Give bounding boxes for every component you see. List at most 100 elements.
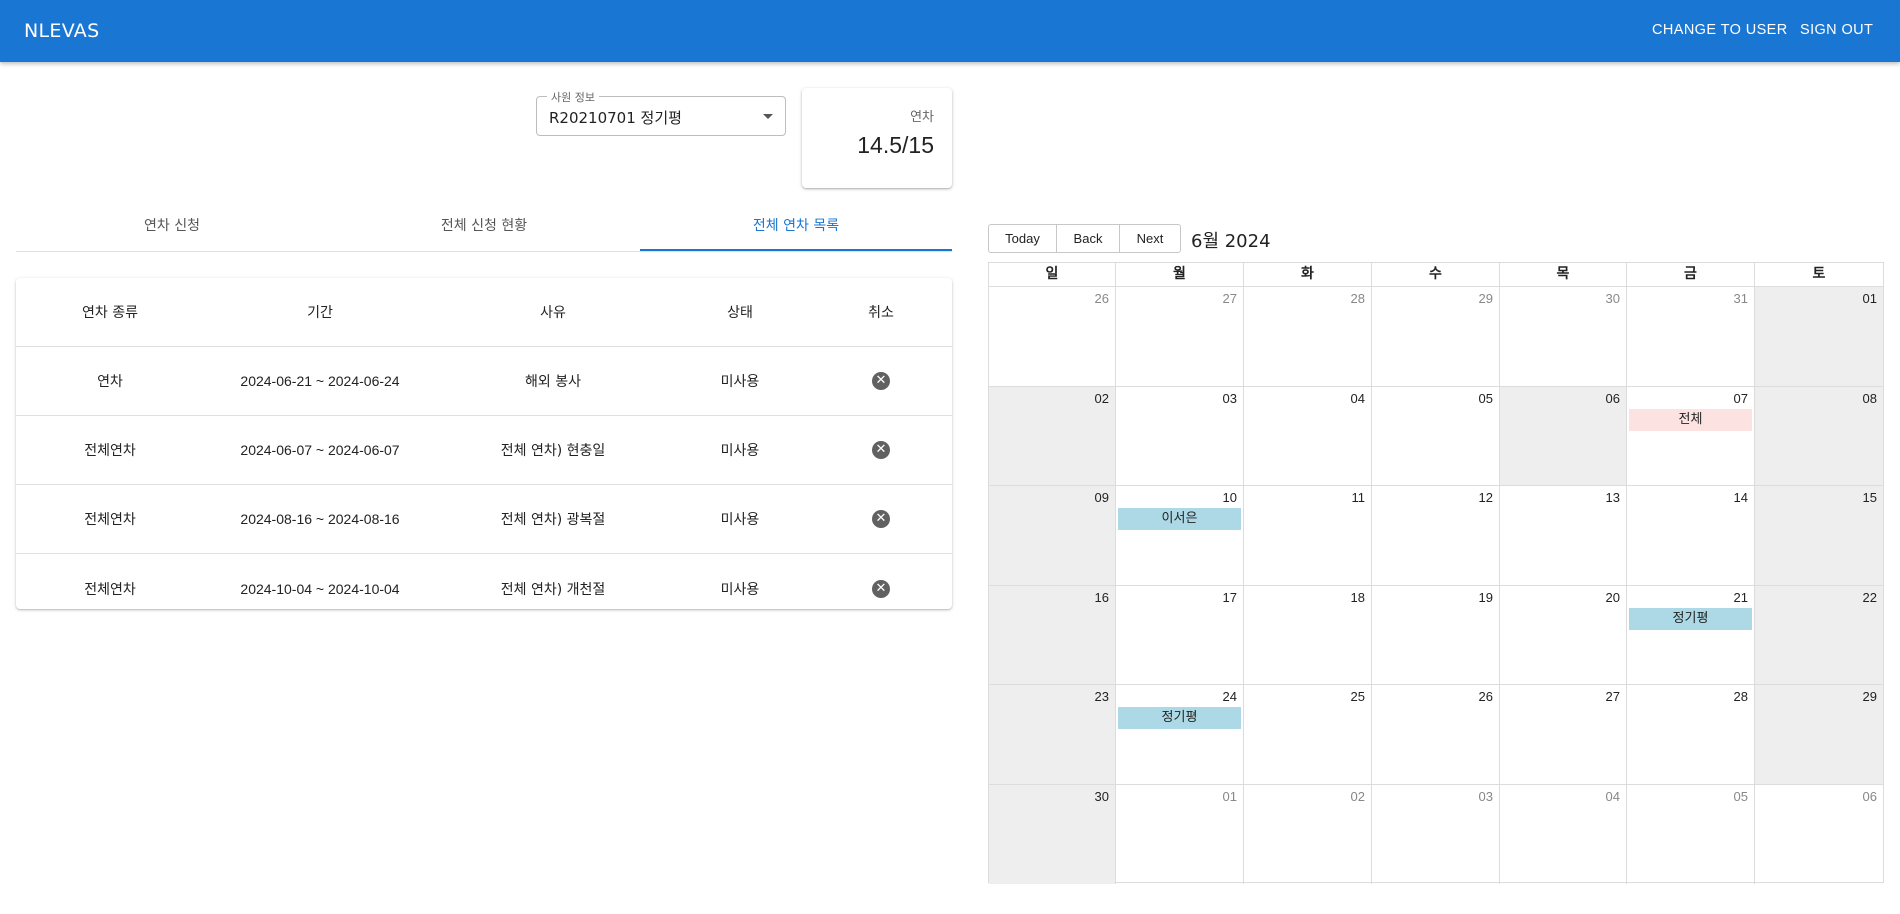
calendar-day-cell[interactable]: 29: [1372, 287, 1500, 387]
calendar-day-cell[interactable]: 22: [1755, 585, 1883, 685]
app-brand[interactable]: NLEVAS: [24, 20, 99, 42]
next-button[interactable]: Next: [1119, 224, 1181, 253]
cancel-cell: ✕: [810, 554, 952, 623]
calendar-day-cell[interactable]: 18: [1244, 585, 1372, 685]
calendar-day-cell[interactable]: 08: [1755, 386, 1883, 486]
calendar-day-cell[interactable]: 03: [1116, 386, 1244, 486]
calendar-day-cell[interactable]: 27: [1116, 287, 1244, 387]
calendar-day-cell[interactable]: 17: [1116, 585, 1244, 685]
sign-out-button[interactable]: SIGN OUT: [1800, 22, 1873, 38]
tab-all-leave-list[interactable]: 전체 연차 목록: [640, 208, 952, 252]
cancel-icon[interactable]: ✕: [872, 441, 890, 459]
calendar-day-cell[interactable]: 16: [989, 585, 1116, 685]
calendar-day-cell[interactable]: 14: [1627, 486, 1755, 586]
calendar-event[interactable]: 정기평: [1118, 707, 1241, 729]
day-number: 21: [1733, 589, 1748, 605]
calendar-day-cell[interactable]: 19: [1372, 585, 1500, 685]
day-number: 29: [1862, 689, 1877, 704]
day-number: 28: [1733, 689, 1748, 704]
leave-balance-value: 14.5/15: [857, 132, 934, 158]
leave-type-cell: 연차: [97, 374, 123, 390]
calendar-day-cell[interactable]: 29: [1755, 685, 1883, 785]
calendar-event[interactable]: 정기평: [1629, 607, 1752, 630]
cancel-icon[interactable]: ✕: [872, 579, 890, 598]
employee-select[interactable]: 사원 정보 R20210701 정기평: [536, 89, 786, 136]
cancel-icon[interactable]: ✕: [872, 372, 890, 390]
calendar-day-cell[interactable]: 15: [1755, 486, 1883, 586]
calendar-day-cell[interactable]: 02: [1244, 784, 1372, 884]
day-number: 27: [1222, 291, 1237, 306]
column-header-reason: 사유: [540, 305, 566, 321]
day-number: 29: [1478, 291, 1493, 306]
day-number: 07: [1733, 390, 1748, 406]
calendar-day-cell[interactable]: 02: [989, 386, 1116, 486]
calendar-day-cell[interactable]: 31: [1627, 287, 1755, 387]
calendar-day-cell[interactable]: 24 정기평: [1116, 685, 1244, 785]
calendar-day-cell[interactable]: 21 정기평: [1627, 585, 1755, 685]
calendar-day-cell[interactable]: 25: [1244, 685, 1372, 785]
weekday-header: 월: [1116, 263, 1244, 287]
calendar-day-cell[interactable]: 26: [989, 287, 1116, 387]
cancel-icon[interactable]: ✕: [872, 510, 890, 528]
day-number: 31: [1733, 291, 1748, 306]
calendar-day-cell[interactable]: 05: [1372, 386, 1500, 486]
calendar-day-cell[interactable]: 03: [1372, 784, 1500, 884]
day-number: 06: [1605, 390, 1620, 406]
status-cell: 미사용: [720, 443, 760, 459]
calendar-day-cell[interactable]: 26: [1372, 685, 1500, 785]
leave-type-cell: 전체연차: [84, 581, 136, 598]
calendar-day-cell[interactable]: 30: [1500, 287, 1627, 387]
tab-all-requests[interactable]: 전체 신청 현황: [328, 208, 640, 252]
month-calendar: 일 월 화 수 목 금 토 26 27 28 29 30 31 01 02 03 04 05 06 07 전체 08 09 1…: [988, 262, 1884, 885]
calendar-day-cell[interactable]: 04: [1244, 386, 1372, 486]
calendar-day-cell[interactable]: 01: [1755, 287, 1883, 387]
calendar-day-cell[interactable]: 04: [1500, 784, 1627, 884]
weekday-header: 일: [989, 263, 1116, 287]
calendar-event[interactable]: 전체: [1629, 408, 1752, 431]
leave-balance-card: 연차 14.5/15: [802, 88, 952, 188]
calendar-day-cell[interactable]: 20: [1500, 585, 1627, 685]
calendar-day-cell[interactable]: 27: [1500, 685, 1627, 785]
calendar-day-cell[interactable]: 05: [1627, 784, 1755, 884]
calendar-day-cell[interactable]: 06: [1755, 785, 1883, 885]
back-button[interactable]: Back: [1056, 224, 1120, 253]
reason-cell: 전체 연차) 현충일: [500, 443, 606, 459]
day-number: 28: [1350, 291, 1365, 306]
calendar-day-cell[interactable]: 11: [1244, 486, 1372, 586]
calendar-day-cell[interactable]: 06: [1500, 386, 1627, 486]
calendar-month-label: 6월 2024: [1191, 231, 1271, 252]
day-number: 03: [1222, 390, 1237, 406]
day-number: 30: [1094, 788, 1109, 804]
calendar-day-cell[interactable]: 09: [989, 486, 1116, 586]
day-number: 05: [1478, 390, 1493, 406]
calendar-day-cell[interactable]: 01: [1116, 784, 1244, 884]
employee-select-value: R20210701 정기평: [549, 109, 682, 127]
calendar-day-cell[interactable]: 28: [1627, 685, 1755, 785]
calendar-day-cell[interactable]: 10 이서은: [1116, 486, 1244, 586]
day-number: 22: [1862, 589, 1877, 605]
calendar-day-cell[interactable]: 12: [1372, 486, 1500, 586]
day-number: 03: [1478, 788, 1493, 804]
day-number: 05: [1733, 788, 1748, 804]
dropdown-arrow-icon[interactable]: [763, 114, 773, 119]
calendar-day-cell[interactable]: 30: [989, 784, 1116, 884]
column-header-period: 기간: [307, 304, 333, 320]
day-number: 01: [1862, 291, 1877, 306]
day-number: 01: [1222, 788, 1237, 804]
change-to-user-button[interactable]: CHANGE TO USER: [1652, 22, 1788, 38]
calendar-day-cell[interactable]: 13: [1500, 486, 1627, 586]
period-cell: 2024-10-04 ~ 2024-10-04: [240, 580, 400, 597]
period-cell: 2024-06-07 ~ 2024-06-07: [240, 442, 400, 458]
today-button[interactable]: Today: [988, 224, 1057, 253]
cancel-cell: ✕: [810, 485, 952, 553]
calendar-event[interactable]: 이서은: [1118, 508, 1241, 530]
calendar-day-cell[interactable]: 23: [989, 685, 1116, 785]
calendar-day-cell[interactable]: 28: [1244, 287, 1372, 387]
calendar-day-cell[interactable]: 07 전체: [1627, 386, 1755, 486]
tab-leave-request[interactable]: 연차 신청: [16, 208, 328, 252]
leave-balance-label: 연차: [910, 110, 934, 125]
period-cell: 2024-08-16 ~ 2024-08-16: [240, 511, 400, 527]
day-number: 04: [1605, 788, 1620, 804]
day-number: 04: [1350, 390, 1365, 406]
day-number: 27: [1605, 689, 1620, 704]
